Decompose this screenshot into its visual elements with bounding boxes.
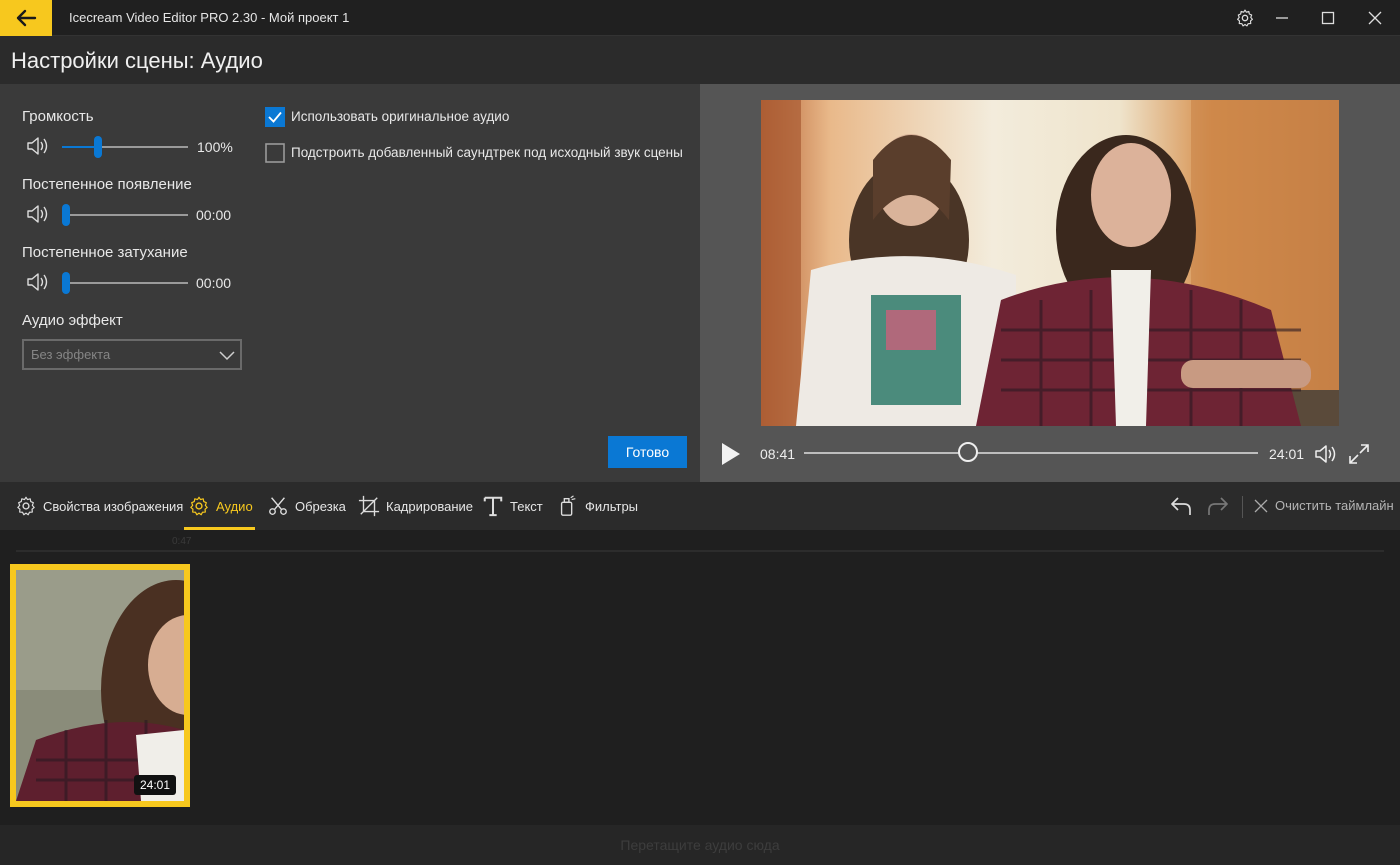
done-button[interactable]: Готово [608, 436, 687, 468]
use-original-audio-label: Использовать оригинальное аудио [291, 109, 510, 124]
gear-icon [1237, 9, 1253, 27]
volume-value: 100% [197, 139, 233, 155]
clear-timeline-button[interactable]: Очистить таймлайн [1254, 498, 1394, 513]
tab-audio[interactable]: Аудио [188, 482, 253, 530]
fade-in-label: Постепенное появление [22, 176, 192, 193]
back-button[interactable] [0, 0, 52, 36]
fade-out-label: Постепенное затухание [22, 244, 188, 261]
use-original-audio-checkbox[interactable] [265, 107, 285, 127]
current-time: 08:41 [760, 446, 796, 462]
fade-in-value: 00:00 [196, 207, 232, 223]
app-title: Icecream Video Editor PRO 2.30 - Мой про… [69, 10, 350, 25]
gear-icon [190, 496, 208, 516]
tab-filters[interactable]: Фильтры [557, 482, 638, 530]
tool-tabs: Свойства изображения Аудио Обрезка Кадри… [0, 482, 1400, 530]
seek-bar[interactable] [804, 442, 1258, 462]
clip-thumbnail [16, 570, 184, 801]
clear-timeline-label: Очистить таймлайн [1275, 498, 1394, 513]
tab-label: Обрезка [295, 498, 346, 514]
audio-drop-hint: Перетащите аудио сюда [620, 837, 780, 853]
minimize-icon [1276, 17, 1288, 19]
speaker-icon[interactable] [25, 134, 51, 158]
text-icon [483, 496, 503, 517]
fullscreen-icon[interactable] [1348, 443, 1370, 465]
timeline-ruler-label: 0:47 [172, 536, 192, 547]
tab-label: Кадрирование [386, 498, 474, 514]
tab-label: Свойства изображения [43, 498, 184, 514]
tab-label: Фильтры [585, 498, 639, 514]
play-icon[interactable] [720, 441, 742, 467]
timeline: 0:47 24:01 [0, 530, 1400, 825]
fade-out-value: 00:00 [196, 275, 232, 291]
volume-slider-fill [62, 146, 98, 148]
filter-icon [560, 495, 576, 516]
volume-slider[interactable] [62, 136, 188, 158]
video-preview-panel: 08:41 24:01 [700, 84, 1400, 482]
scissors-icon [269, 497, 287, 515]
speaker-icon[interactable] [25, 270, 51, 294]
title-bar: Icecream Video Editor PRO 2.30 - Мой про… [0, 0, 1400, 36]
chevron-down-icon [219, 351, 235, 361]
maximize-icon [1321, 11, 1335, 25]
video-frame[interactable] [761, 100, 1339, 426]
tab-label: Текст [510, 498, 543, 514]
fade-out-slider[interactable] [62, 272, 188, 294]
audio-effect-label: Аудио эффект [22, 312, 123, 329]
toolbar-divider [1242, 496, 1243, 518]
audio-drop-zone[interactable]: Перетащите аудио сюда [0, 825, 1400, 865]
fade-in-slider[interactable] [62, 204, 188, 226]
redo-icon[interactable] [1206, 495, 1230, 517]
minimize-button[interactable] [1260, 0, 1304, 36]
fade-in-slider-thumb[interactable] [62, 204, 70, 226]
tab-trim[interactable]: Обрезка [267, 482, 346, 530]
seek-thumb[interactable] [957, 442, 978, 462]
page-title: Настройки сцены: Аудио [11, 48, 263, 73]
close-icon [1368, 11, 1382, 25]
speaker-icon[interactable] [25, 202, 51, 226]
fade-out-slider-thumb[interactable] [62, 272, 70, 294]
adjust-soundtrack-label: Подстроить добавленный саундтрек под исх… [291, 145, 683, 160]
page-header: Настройки сцены: Аудио [0, 36, 1400, 84]
timeline-ruler [16, 550, 1384, 552]
undo-icon[interactable] [1169, 495, 1193, 517]
maximize-button[interactable] [1306, 0, 1350, 36]
adjust-soundtrack-checkbox[interactable] [265, 143, 285, 163]
volume-label: Громкость [22, 108, 94, 125]
total-time: 24:01 [1269, 446, 1305, 462]
tab-text[interactable]: Текст [482, 482, 543, 530]
tab-label: Аудио [216, 498, 253, 514]
clip-duration: 24:01 [133, 775, 176, 795]
gear-icon [17, 496, 35, 516]
close-button[interactable] [1353, 0, 1397, 36]
crop-icon [358, 495, 380, 517]
tab-image-properties[interactable]: Свойства изображения [15, 482, 183, 530]
audio-effect-value: Без эффекта [31, 347, 111, 362]
audio-settings-panel: Громкость 100% Постепенное появление 00:… [0, 84, 700, 482]
arrow-left-icon [16, 9, 37, 27]
audio-effect-dropdown[interactable]: Без эффекта [22, 339, 242, 370]
volume-icon[interactable] [1313, 442, 1339, 466]
timeline-clip[interactable]: 24:01 [10, 564, 190, 807]
close-icon [1254, 499, 1268, 512]
video-frame-image [761, 100, 1339, 426]
volume-slider-thumb[interactable] [94, 136, 102, 158]
tab-crop[interactable]: Кадрирование [358, 482, 473, 530]
